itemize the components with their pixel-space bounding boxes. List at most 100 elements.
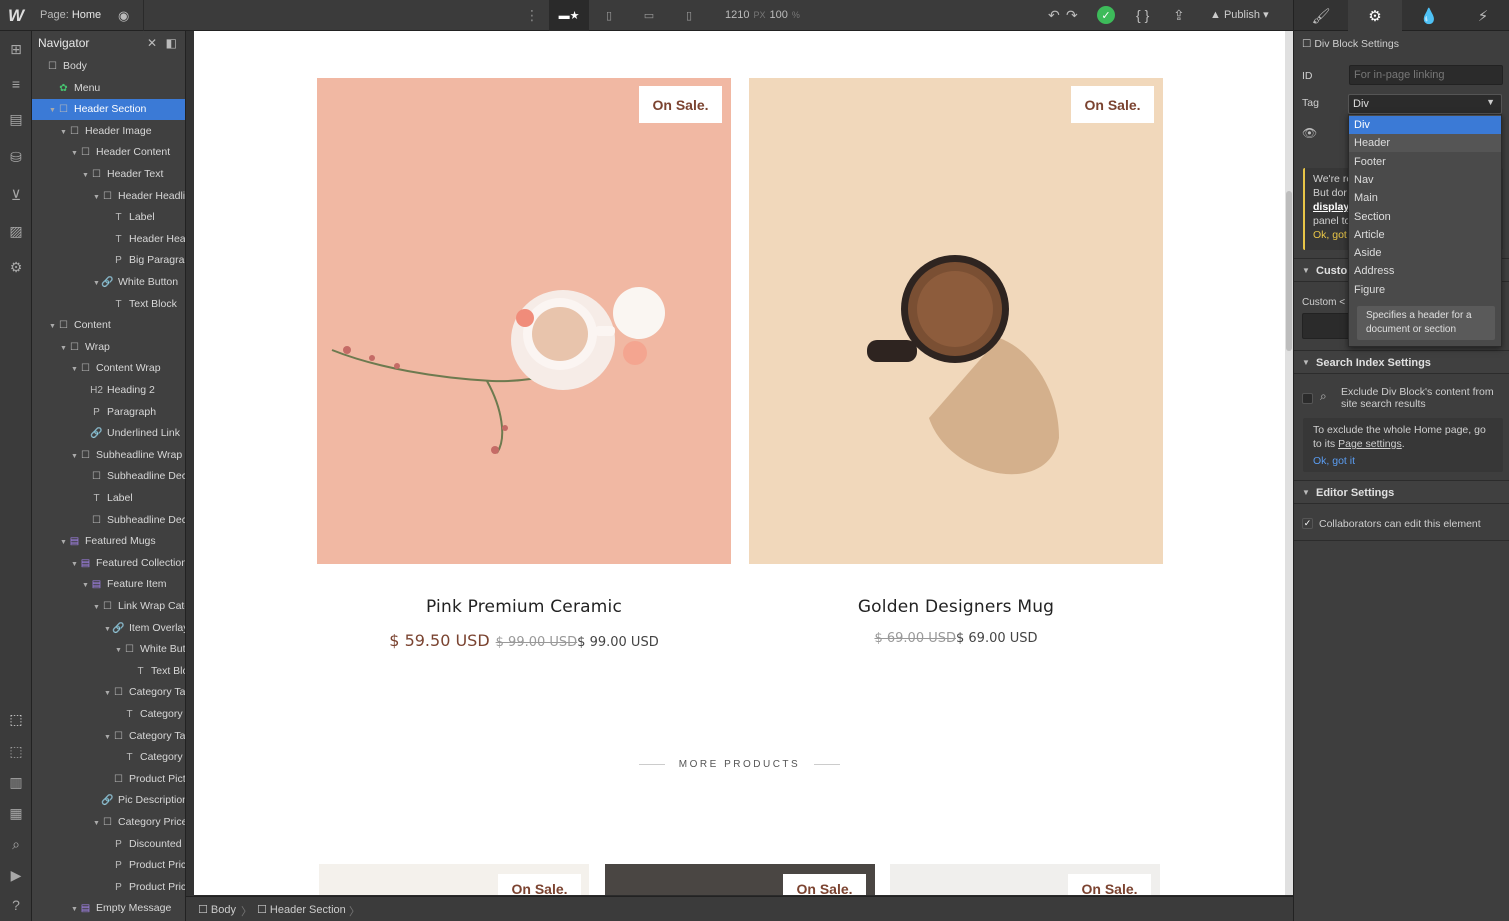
- more-dots-icon[interactable]: ⋮: [525, 7, 539, 24]
- navigator-item[interactable]: ▼🔗 White Button: [32, 272, 185, 294]
- navigator-item[interactable]: ▼ ☐ Header Image: [32, 121, 185, 143]
- webflow-logo[interactable]: W: [0, 0, 32, 31]
- page-selector[interactable]: Page: Home: [40, 9, 101, 21]
- visibility-eye-icon[interactable]: 👁: [1302, 126, 1317, 140]
- device-landscape-icon[interactable]: ▭: [629, 0, 669, 31]
- tag-option[interactable]: Main: [1349, 189, 1501, 207]
- navigator-item[interactable]: ▼ ☐ Header Text: [32, 164, 185, 186]
- navigator-item[interactable]: T Header Headli: [32, 229, 185, 250]
- navigator-item[interactable]: ▼ ▤ Featured Mugs: [32, 531, 185, 553]
- navigator-item[interactable]: ▼ ☐ Link Wrap Cate: [32, 596, 185, 618]
- device-phone-icon[interactable]: ▯: [669, 0, 709, 31]
- audit-icon[interactable]: ▥: [6, 772, 26, 792]
- product-image-golden[interactable]: [749, 78, 1163, 564]
- share-icon[interactable]: ⇪: [1173, 7, 1185, 24]
- style-guide-icon[interactable]: ▦: [6, 803, 26, 823]
- navigator-item[interactable]: ▼ ☐ Header Section: [32, 99, 185, 121]
- navigator-item[interactable]: T Text Block: [32, 294, 185, 315]
- tag-option[interactable]: Section: [1349, 208, 1501, 226]
- navigator-item[interactable]: ▼ ☐ Subheadline Wrap: [32, 445, 185, 467]
- id-field[interactable]: For in-page linking: [1349, 65, 1503, 85]
- tag-option[interactable]: Nav: [1349, 171, 1501, 189]
- style-manager-drops-icon[interactable]: 💧: [1402, 0, 1456, 31]
- navigator-item[interactable]: ▼ ☐ Category Ta: [32, 682, 185, 704]
- caret-down-icon[interactable]: ▼: [60, 122, 68, 143]
- navigator-item[interactable]: P Big Paragraph: [32, 250, 185, 271]
- caret-down-icon[interactable]: ▼: [104, 727, 112, 748]
- code-export-icon[interactable]: { }: [1136, 7, 1149, 23]
- navigator-item[interactable]: ▼ ▤ Empty Message: [32, 898, 185, 920]
- caret-down-icon[interactable]: ▼: [71, 446, 79, 467]
- settings-gear-icon[interactable]: ⚙: [1348, 0, 1402, 31]
- navigator-item[interactable]: ▼ ☐ Content: [32, 315, 185, 337]
- collaborators-checkbox[interactable]: ✓: [1302, 518, 1313, 529]
- navigator-item[interactable]: T Label: [32, 488, 185, 509]
- caret-down-icon[interactable]: ▼: [93, 273, 101, 294]
- caret-down-icon[interactable]: ▼: [93, 813, 101, 834]
- search-index-header[interactable]: ▼ Search Index Settings: [1294, 350, 1509, 374]
- navigator-item[interactable]: ▼ ☐ Content Wrap: [32, 358, 185, 380]
- x-ray-icon[interactable]: ⬚: [6, 741, 26, 761]
- navigator-item[interactable]: P Product Pric: [32, 877, 185, 898]
- breadcrumb-item-body[interactable]: ☐ Body: [198, 903, 236, 916]
- navigator-item[interactable]: ▼☐ Header Headline: [32, 186, 185, 207]
- add-panel-icon[interactable]: ⊞: [6, 39, 26, 59]
- navigator-item[interactable]: ▼ ☐ Wrap: [32, 337, 185, 358]
- navigator-item[interactable]: T Category: [32, 704, 185, 725]
- navigator-item[interactable]: 🔗 Pic Description: [32, 790, 185, 811]
- video-tutorials-icon[interactable]: ▶: [6, 865, 26, 885]
- select-tool-icon[interactable]: ⬚: [6, 709, 26, 729]
- caret-down-icon[interactable]: ▼: [71, 359, 79, 380]
- caret-down-icon[interactable]: ▼: [60, 532, 68, 553]
- navigator-item[interactable]: ☐ Body: [32, 56, 185, 77]
- undo-icon[interactable]: ↶: [1048, 7, 1060, 24]
- page-settings-link[interactable]: Page settings: [1338, 438, 1402, 450]
- cms-icon[interactable]: ⛁: [6, 147, 26, 167]
- navigator-item[interactable]: ▼ ▤ Featured Collection: [32, 553, 185, 575]
- navigator-item[interactable]: ✿ Menu: [32, 78, 185, 99]
- design-canvas[interactable]: On Sale. On Sale. Pink Premium Ceramic $…: [194, 31, 1285, 895]
- tag-select[interactable]: Div ▼: [1348, 94, 1502, 114]
- tag-option[interactable]: Footer: [1349, 153, 1501, 171]
- device-desktop-icon[interactable]: ▬★: [549, 0, 589, 31]
- navigator-item[interactable]: P Paragraph: [32, 402, 185, 423]
- dock-icon[interactable]: ◧: [166, 36, 177, 50]
- preview-eye-icon[interactable]: ◉: [118, 8, 129, 24]
- navigator-item[interactable]: ☐ Subheadline Deco I: [32, 510, 185, 531]
- caret-down-icon[interactable]: ▼: [93, 597, 101, 618]
- caret-down-icon[interactable]: ▼: [82, 165, 90, 186]
- navigator-item[interactable]: T Label: [32, 207, 185, 228]
- style-brush-icon[interactable]: 🖌: [1294, 0, 1348, 31]
- project-settings-icon[interactable]: ⚙: [6, 257, 26, 277]
- caret-down-icon[interactable]: ▼: [82, 575, 90, 596]
- navigator-item[interactable]: ▼ ☐ Category Ta: [32, 726, 185, 748]
- tag-option[interactable]: Header: [1349, 134, 1501, 153]
- help-icon[interactable]: ?: [6, 895, 26, 915]
- navigator-item[interactable]: T Text Blc: [32, 661, 185, 682]
- product-title[interactable]: Pink Premium Ceramic: [317, 597, 731, 617]
- search-ok-link[interactable]: Ok, got it: [1313, 454, 1493, 468]
- navigator-item[interactable]: P Discounted: [32, 834, 185, 855]
- pages-icon[interactable]: ▤: [6, 109, 26, 129]
- tag-option[interactable]: Aside: [1349, 244, 1501, 262]
- navigator-item[interactable]: H2 Heading 2: [32, 380, 185, 401]
- scroll-thumb[interactable]: [1286, 191, 1292, 351]
- search-icon[interactable]: ⌕: [6, 834, 26, 854]
- navigator-item[interactable]: ▼🔗 Item Overlay: [32, 618, 185, 639]
- canvas-scrollbar[interactable]: [1285, 31, 1293, 895]
- navigator-item[interactable]: P Product Pric: [32, 855, 185, 876]
- breadcrumb-item-header-section[interactable]: ☐ Header Section: [257, 903, 346, 916]
- navigator-icon[interactable]: ≡: [6, 74, 26, 94]
- exclude-search-checkbox[interactable]: [1302, 393, 1313, 404]
- redo-icon[interactable]: ↷: [1066, 7, 1078, 24]
- caret-down-icon[interactable]: ▼: [71, 899, 79, 920]
- navigator-item[interactable]: 🔗 Underlined Link: [32, 423, 185, 444]
- editor-settings-header[interactable]: ▼ Editor Settings: [1294, 480, 1509, 504]
- assets-icon[interactable]: ▨: [6, 221, 26, 241]
- caret-down-icon[interactable]: ▼: [115, 640, 123, 661]
- caret-down-icon[interactable]: ▼: [104, 683, 112, 704]
- tag-option[interactable]: Div: [1349, 116, 1501, 134]
- navigator-item[interactable]: ☐ Product Pict: [32, 769, 185, 790]
- caret-down-icon[interactable]: ▼: [49, 316, 57, 337]
- caret-down-icon[interactable]: ▼: [71, 554, 79, 575]
